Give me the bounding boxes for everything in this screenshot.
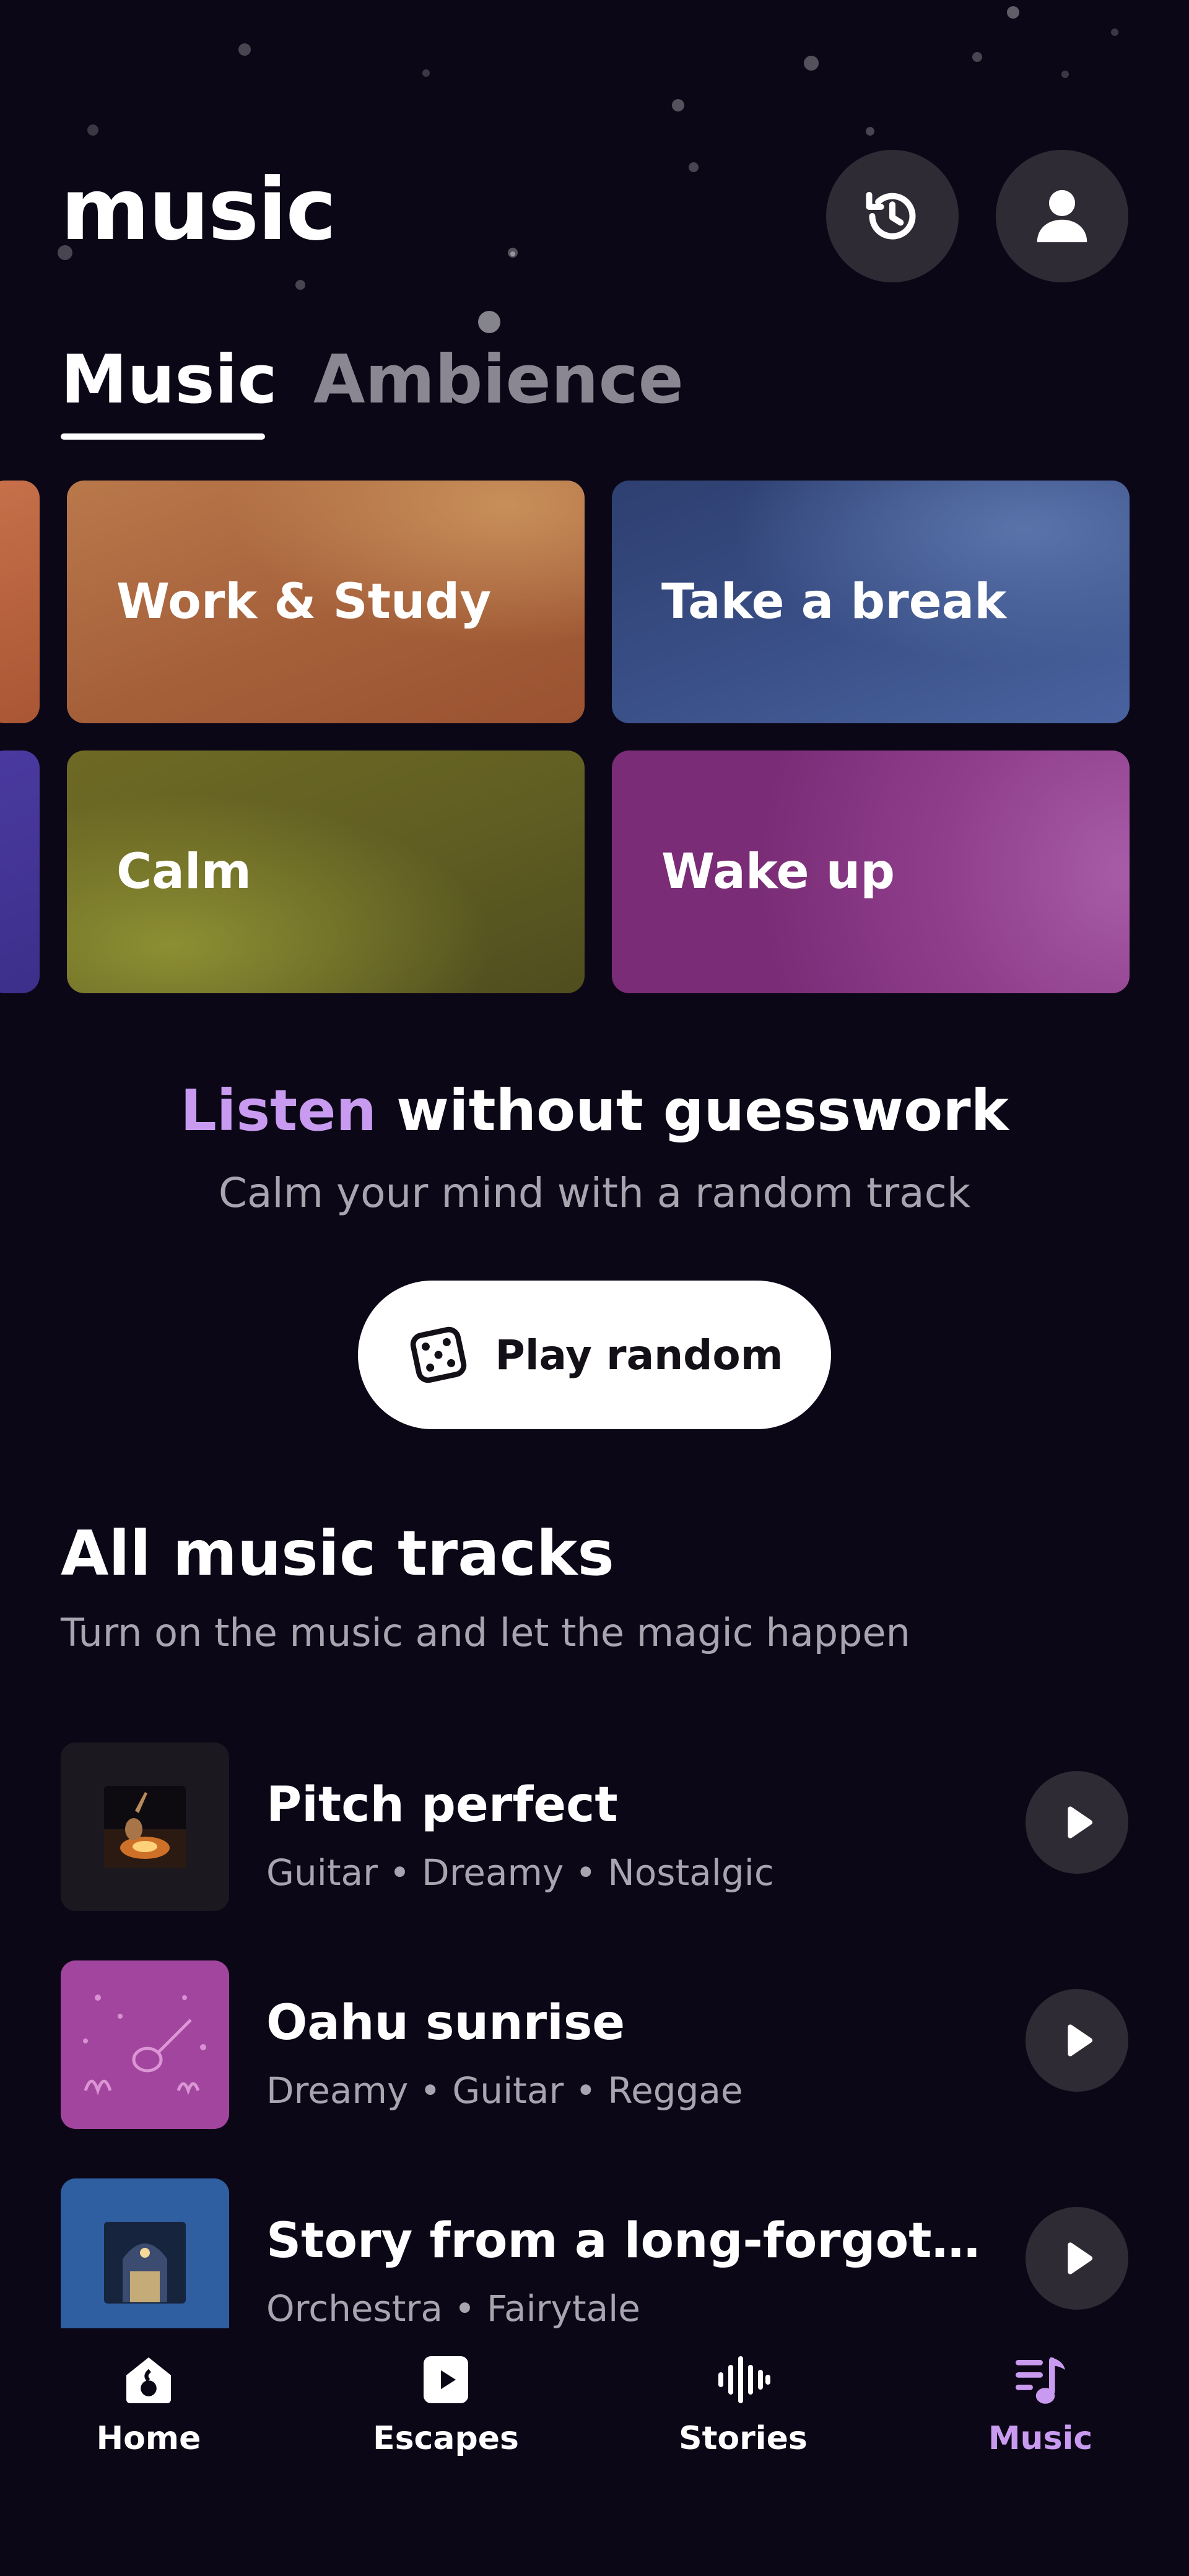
category-take-a-break[interactable]: Take a break (612, 481, 1130, 723)
nav-label: Music (988, 2420, 1093, 2457)
profile-button[interactable] (996, 150, 1128, 282)
play-icon (1068, 2242, 1093, 2274)
track-title: Story from a long-forgotten b... (266, 2213, 985, 2269)
home-icon (126, 2357, 171, 2403)
history-icon (866, 191, 916, 240)
history-button[interactable] (826, 150, 959, 282)
dice-icon (410, 1326, 466, 1383)
track-tags: Orchestra • Fairytale (266, 2287, 640, 2328)
track-row[interactable]: Oahu sunrise Dreamy • Guitar • Reggae (0, 1946, 1189, 2131)
track-artwork (61, 2178, 229, 2328)
track-title: Oahu sunrise (266, 1995, 625, 2051)
category-card-partial[interactable] (0, 751, 40, 993)
track-play-button[interactable] (1026, 1771, 1128, 1874)
nav-escapes[interactable]: Escapes (297, 2328, 594, 2457)
category-label: Calm (116, 844, 251, 900)
section-title: All music tracks (61, 1517, 614, 1590)
page-title: music (61, 160, 336, 259)
category-wake-up[interactable]: Wake up (612, 751, 1130, 993)
nav-label: Home (96, 2420, 201, 2457)
category-label: Take a break (661, 574, 1007, 630)
promo-title: Listen without guesswork (0, 1077, 1189, 1144)
track-tags: Dreamy • Guitar • Reggae (266, 2069, 743, 2112)
profile-icon (1037, 189, 1087, 243)
category-work-study[interactable]: Work & Study (67, 481, 585, 723)
track-artwork (61, 1743, 229, 1911)
play-icon (1068, 1806, 1093, 1838)
bottom-navigation: Home Escapes Stories Music (0, 2328, 1189, 2576)
nav-music[interactable]: Music (892, 2328, 1189, 2457)
play-random-label: Play random (495, 1331, 783, 1379)
promo-title-rest: without guesswork (377, 1077, 1009, 1144)
section-subtitle: Turn on the music and let the magic happ… (61, 1610, 910, 1655)
nav-stories[interactable]: Stories (594, 2328, 892, 2457)
play-random-button[interactable]: Play random (358, 1281, 831, 1429)
tab-music[interactable]: Music (61, 347, 277, 414)
category-label: Work & Study (116, 574, 492, 630)
tab-ambience[interactable]: Ambience (313, 347, 684, 414)
track-artwork (61, 1960, 229, 2129)
track-row[interactable]: Pitch perfect Guitar • Dreamy • Nostalgi… (0, 1728, 1189, 1913)
track-row[interactable]: Story from a long-forgotten b... Orchest… (0, 2164, 1189, 2328)
nav-label: Stories (679, 2420, 808, 2457)
soundwave-icon (718, 2356, 770, 2403)
track-play-button[interactable] (1026, 1989, 1128, 2092)
nav-home[interactable]: Home (0, 2328, 297, 2457)
track-play-button[interactable] (1026, 2207, 1128, 2310)
track-title: Pitch perfect (266, 1777, 618, 1833)
promo-subtitle: Calm your mind with a random track (218, 1169, 971, 1217)
escapes-play-icon (424, 2356, 468, 2403)
track-tags: Guitar • Dreamy • Nostalgic (266, 1852, 774, 1894)
nav-label: Escapes (373, 2420, 519, 2457)
track-list[interactable]: Pitch perfect Guitar • Dreamy • Nostalgi… (0, 1728, 1189, 2328)
active-tab-indicator (61, 433, 265, 440)
category-label: Wake up (661, 844, 895, 900)
play-icon (1068, 2024, 1093, 2056)
category-calm[interactable]: Calm (67, 751, 585, 993)
category-card-partial[interactable] (0, 481, 40, 723)
promo-title-accent: Listen (180, 1077, 377, 1144)
music-note-icon (1016, 2357, 1065, 2404)
